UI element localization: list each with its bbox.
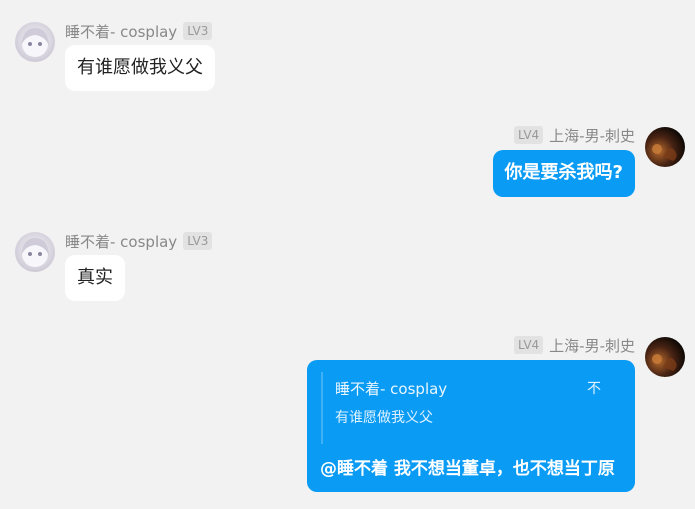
avatar[interactable] xyxy=(15,232,55,272)
avatar[interactable] xyxy=(15,22,55,62)
reply-message-bubble[interactable]: 睡不着- cosplay 不 有谁愿做我义父 @睡不着 我不想当董卓，也不想当丁… xyxy=(307,360,635,492)
reply-text: @睡不着 我不想当董卓，也不想当丁原 xyxy=(320,459,615,479)
level-badge: LV3 xyxy=(183,232,213,250)
level-badge: LV4 xyxy=(513,126,544,144)
dark-portrait-avatar-icon xyxy=(652,144,677,161)
message-header: LV4 上海-男-刺史 xyxy=(513,125,635,146)
dark-portrait-avatar-icon xyxy=(652,354,677,371)
level-badge: LV3 xyxy=(183,22,213,40)
message-bubble[interactable]: 你是要杀我吗? xyxy=(492,150,635,197)
message-header: 睡不着- cosplay LV3 xyxy=(65,21,213,42)
username[interactable]: 上海-男-刺史 xyxy=(549,125,635,146)
level-badge: LV4 xyxy=(513,336,544,354)
username[interactable]: 上海-男-刺史 xyxy=(549,335,635,356)
quoted-author: 睡不着- cosplay xyxy=(335,380,448,398)
username[interactable]: 睡不着- cosplay xyxy=(65,21,177,42)
anime-girl-avatar-icon xyxy=(21,238,49,267)
quoted-message[interactable]: 睡不着- cosplay 不 有谁愿做我义父 xyxy=(321,372,621,444)
message-header: LV4 上海-男-刺史 xyxy=(513,335,635,356)
message-bubble[interactable]: 有谁愿做我义父 xyxy=(65,45,215,91)
username[interactable]: 睡不着- cosplay xyxy=(65,231,177,252)
message-header: 睡不着- cosplay LV3 xyxy=(65,231,213,252)
quote-close-label[interactable]: 不 xyxy=(587,378,601,398)
message-bubble[interactable]: 真实 xyxy=(65,255,125,301)
avatar[interactable] xyxy=(645,337,685,377)
anime-girl-avatar-icon xyxy=(21,28,49,57)
quoted-text: 有谁愿做我义父 xyxy=(335,410,433,426)
avatar[interactable] xyxy=(645,127,685,167)
